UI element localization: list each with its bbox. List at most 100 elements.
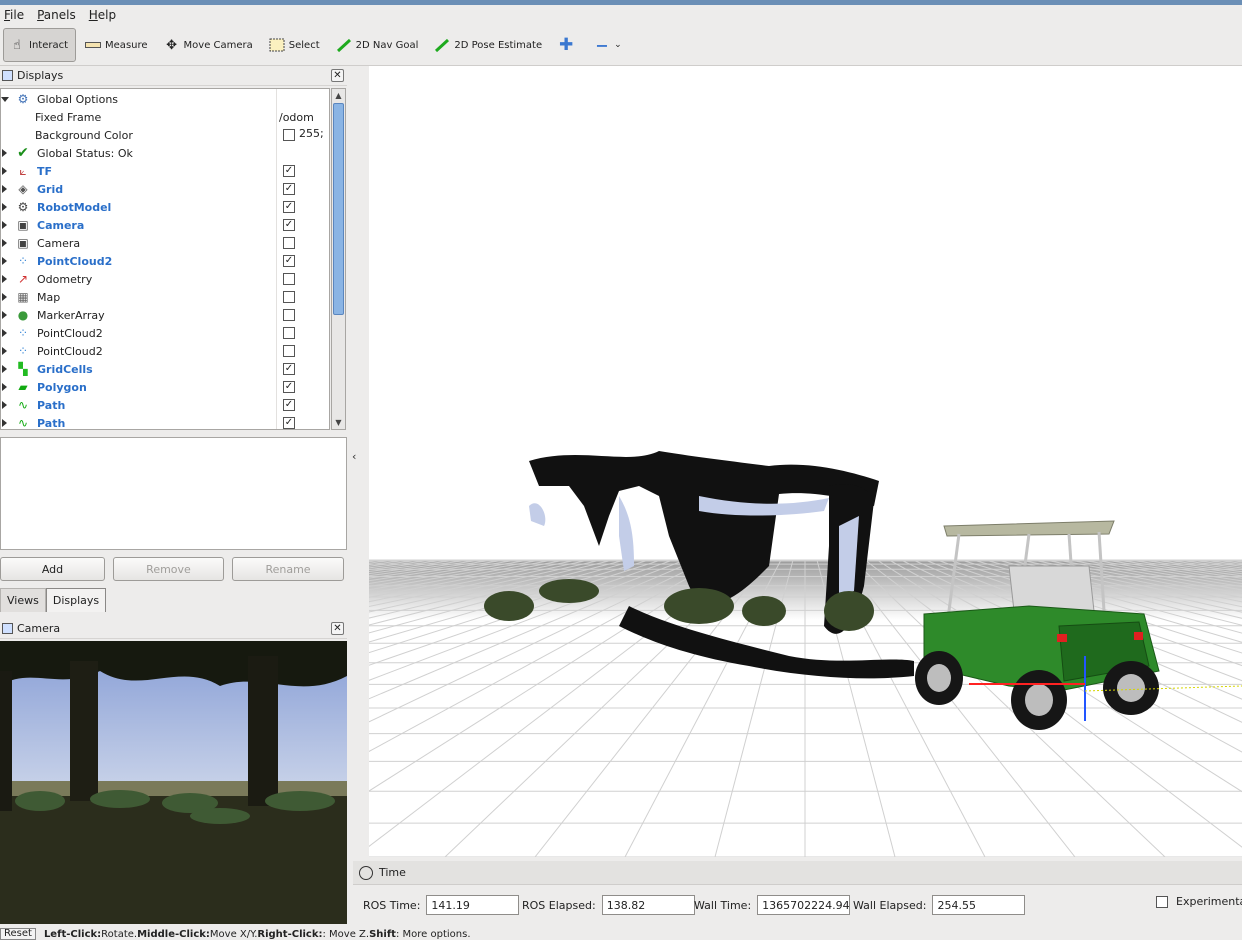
fixed-frame-value[interactable]: /odom — [279, 111, 314, 124]
display-enable-checkbox[interactable] — [283, 345, 295, 357]
expand-arrow-icon[interactable] — [2, 203, 7, 211]
select-box-icon — [269, 37, 285, 53]
nav-goal-tool-button[interactable]: 2D Nav Goal — [331, 28, 426, 62]
ros-elapsed-input[interactable]: 138.82 — [601, 895, 695, 915]
tree-row-global-options[interactable]: ⚙ Global Options — [1, 90, 329, 108]
expand-arrow-icon[interactable] — [2, 419, 7, 427]
tab-views[interactable]: Views — [0, 588, 46, 612]
expand-arrow-icon[interactable] — [2, 167, 7, 175]
display-row[interactable]: ↗ Odometry — [1, 270, 329, 288]
tree-row-fixed-frame[interactable]: Fixed Frame /odom — [1, 108, 329, 126]
pose-estimate-tool-button[interactable]: 2D Pose Estimate — [429, 28, 549, 62]
display-enable-checkbox[interactable] — [283, 273, 295, 285]
expand-arrow-icon[interactable] — [2, 401, 7, 409]
display-enable-checkbox[interactable]: ✓ — [283, 201, 295, 213]
ros-time-label: ROS Time: — [363, 898, 421, 912]
scroll-up-icon[interactable]: ▲ — [332, 89, 345, 102]
expand-arrow-icon[interactable] — [2, 365, 7, 373]
experimental-checkbox[interactable] — [1156, 895, 1168, 908]
ros-time-input[interactable]: 141.19 — [426, 895, 520, 915]
expand-arrow-icon[interactable] — [2, 383, 7, 391]
display-label: PointCloud2 — [37, 344, 103, 358]
tree-label: Global Status: Ok — [37, 146, 133, 160]
tree-row-global-status[interactable]: ✔ Global Status: Ok — [1, 144, 329, 162]
expand-arrow-icon[interactable] — [2, 275, 7, 283]
display-row[interactable]: ⚙ RobotModel ✓ — [1, 198, 329, 216]
wall-time-input[interactable]: 1365702224.94 — [757, 895, 851, 915]
measure-tool-button[interactable]: Measure — [80, 28, 155, 62]
status-right-action: : Move Z. — [322, 928, 370, 940]
menu-panels[interactable]: Panels — [33, 8, 85, 22]
display-enable-checkbox[interactable]: ✓ — [283, 381, 295, 393]
menu-file[interactable]: File — [0, 8, 33, 22]
menu-help[interactable]: Help — [85, 8, 125, 22]
status-middle-action: Move X/Y. — [209, 928, 258, 940]
tree-row-background-color[interactable]: Background Color 255; — [1, 126, 329, 144]
remove-display-button[interactable]: Remove — [113, 557, 224, 581]
collapse-left-icon[interactable]: ‹ — [352, 450, 356, 463]
interact-tool-button[interactable]: ☝ Interact — [3, 28, 77, 62]
expand-arrow-icon[interactable] — [2, 185, 7, 193]
ros-time-field: ROS Time: 141.19 — [363, 895, 520, 915]
display-enable-checkbox[interactable]: ✓ — [283, 399, 295, 411]
display-enable-checkbox[interactable] — [283, 327, 295, 339]
tab-displays[interactable]: Displays — [45, 588, 107, 612]
display-enable-checkbox[interactable] — [283, 237, 295, 249]
remove-tool-dropdown[interactable]: − ⌄ — [589, 28, 629, 62]
grid-cells-icon: ▚ — [18, 362, 28, 376]
rename-display-button[interactable]: Rename — [232, 557, 344, 581]
scroll-down-icon[interactable]: ▼ — [332, 416, 345, 429]
panel-icon — [2, 70, 13, 81]
display-enable-checkbox[interactable]: ✓ — [283, 183, 295, 195]
display-row[interactable]: ▣ Camera — [1, 234, 329, 252]
display-enable-checkbox[interactable] — [283, 291, 295, 303]
point-cloud-icon: ⁘ — [17, 344, 29, 358]
display-row[interactable]: ⁘ PointCloud2 — [1, 324, 329, 342]
reset-button[interactable]: Reset — [0, 928, 36, 940]
color-swatch[interactable] — [283, 129, 295, 141]
display-row[interactable]: ▦ Map — [1, 288, 329, 306]
render-3d-view[interactable] — [369, 66, 1242, 857]
expand-arrow-icon[interactable] — [2, 221, 7, 229]
display-row[interactable]: ⟀ TF ✓ — [1, 162, 329, 180]
add-tool-button[interactable]: ✚ — [553, 28, 585, 62]
expand-arrow-icon[interactable] — [2, 329, 7, 337]
expand-arrow-icon[interactable] — [2, 257, 7, 265]
close-icon[interactable]: ✕ — [331, 69, 344, 82]
expand-arrow-icon[interactable] — [2, 239, 7, 247]
background-color-value[interactable]: 255; — [299, 127, 324, 140]
expand-arrow-icon[interactable] — [2, 149, 7, 157]
display-label: Polygon — [37, 380, 87, 394]
move-camera-icon: ✥ — [166, 37, 177, 53]
scroll-thumb[interactable] — [333, 103, 344, 315]
display-enable-checkbox[interactable]: ✓ — [283, 255, 295, 267]
move-camera-tool-button[interactable]: ✥ Move Camera — [159, 28, 260, 62]
expand-arrow-icon[interactable] — [1, 96, 9, 102]
expand-arrow-icon[interactable] — [2, 347, 7, 355]
display-row[interactable]: ▰ Polygon ✓ — [1, 378, 329, 396]
display-enable-checkbox[interactable]: ✓ — [283, 417, 295, 429]
displays-scrollbar[interactable]: ▲ ▼ — [331, 88, 346, 430]
display-row[interactable]: ▣ Camera ✓ — [1, 216, 329, 234]
wall-time-field: Wall Time: 1365702224.94 — [694, 895, 851, 915]
display-row[interactable]: ⁘ PointCloud2 ✓ — [1, 252, 329, 270]
expand-arrow-icon[interactable] — [2, 311, 7, 319]
add-display-button[interactable]: Add — [0, 557, 105, 581]
display-enable-checkbox[interactable]: ✓ — [283, 219, 295, 231]
close-icon[interactable]: ✕ — [331, 622, 344, 635]
ruler-icon — [85, 37, 102, 53]
wall-elapsed-input[interactable]: 254.55 — [932, 895, 1026, 915]
display-row[interactable]: ⁘ PointCloud2 — [1, 342, 329, 360]
expand-arrow-icon[interactable] — [2, 293, 7, 301]
display-row[interactable]: ∿ Path ✓ — [1, 396, 329, 414]
display-row[interactable]: ◈ Grid ✓ — [1, 180, 329, 198]
display-row[interactable]: ▚ GridCells ✓ — [1, 360, 329, 378]
select-tool-button[interactable]: Select — [264, 28, 327, 62]
display-enable-checkbox[interactable]: ✓ — [283, 165, 295, 177]
display-enable-checkbox[interactable]: ✓ — [283, 363, 295, 375]
display-row[interactable]: ● MarkerArray — [1, 306, 329, 324]
display-row[interactable]: ∿ Path ✓ — [1, 414, 329, 429]
gear-icon: ⚙ — [17, 92, 29, 106]
ros-elapsed-label: ROS Elapsed: — [522, 898, 596, 912]
display-enable-checkbox[interactable] — [283, 309, 295, 321]
